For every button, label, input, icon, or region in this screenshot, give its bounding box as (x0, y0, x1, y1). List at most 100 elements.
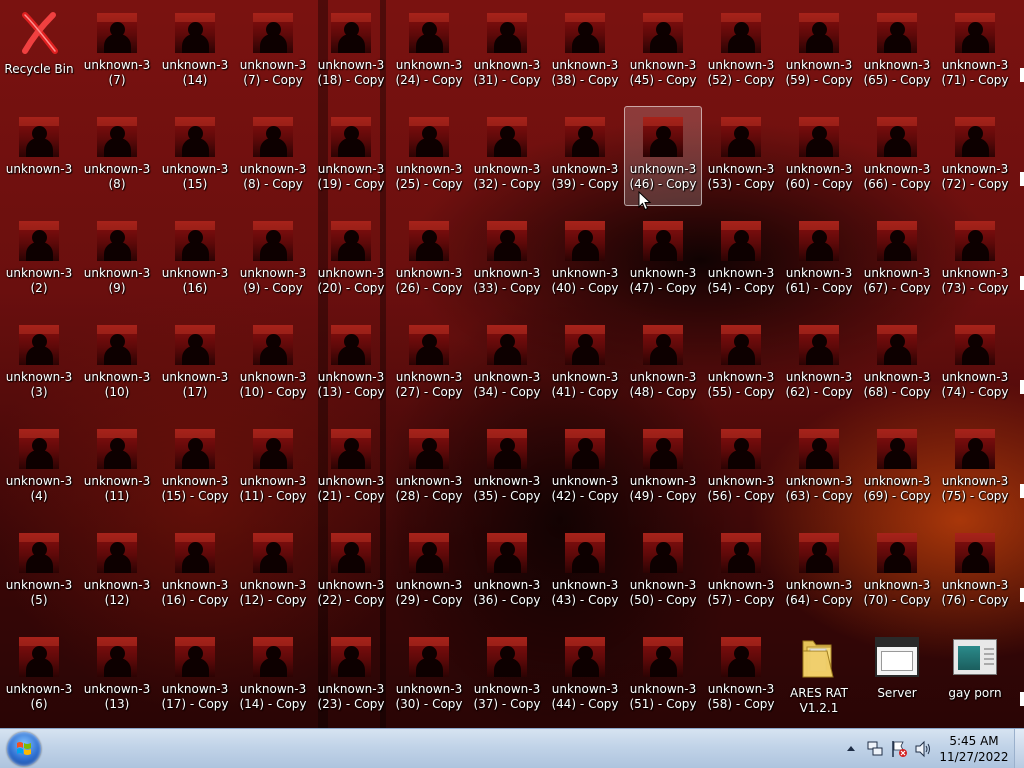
desktop-icon-image[interactable]: unknown-3 (9) - Copy (234, 210, 312, 310)
desktop-icon-image[interactable]: unknown-3 (29) - Copy (390, 522, 468, 622)
desktop-icon-image[interactable]: unknown-3 (9) (78, 210, 156, 310)
desktop-icon-image[interactable]: unknown-3 (11) - Copy (234, 418, 312, 518)
desktop-icon-image[interactable]: unknown-3 (16) (156, 210, 234, 310)
desktop-icon-image[interactable]: unknown-3 (30) - Copy (390, 626, 468, 726)
desktop-icon-image[interactable]: unknown-3 (2) (0, 210, 78, 310)
desktop-icon-image[interactable]: unknown-3 (8) - Copy (234, 106, 312, 206)
desktop-icon-image[interactable]: unknown-3 (54) - Copy (702, 210, 780, 310)
desktop-icon-image[interactable]: unknown-3 (4) (0, 418, 78, 518)
desktop-icon-image[interactable]: unknown-3 (22) - Copy (312, 522, 390, 622)
desktop-icon-image[interactable]: unknown-3 (70) - Copy (858, 522, 936, 622)
desktop-icon-image[interactable]: unknown-3 (10) (78, 314, 156, 414)
desktop-icon-image[interactable]: unknown-3 (34) - Copy (468, 314, 546, 414)
desktop[interactable]: Recycle Bin unknown-3 unknown-3 (2) unknow… (0, 0, 1024, 728)
action-center-flag-icon[interactable] (890, 739, 908, 759)
desktop-icon-image[interactable]: unknown-3 (40) - Copy (546, 210, 624, 310)
desktop-icon-image[interactable]: unknown-3 (13) - Copy (312, 314, 390, 414)
desktop-icon-image[interactable]: unknown-3 (45) - Copy (624, 2, 702, 102)
desktop-icon-image[interactable]: unknown-3 (3) (0, 314, 78, 414)
desktop-icon-image[interactable]: unknown-3 (31) - Copy (468, 2, 546, 102)
desktop-icon-image[interactable]: unknown-3 (7) (78, 2, 156, 102)
taskbar-clock[interactable]: 5:45 AM 11/27/2022 (938, 733, 1010, 765)
desktop-icon-image[interactable]: unknown-3 (19) - Copy (312, 106, 390, 206)
desktop-icon-image[interactable]: unknown-3 (61) - Copy (780, 210, 858, 310)
desktop-icon-image[interactable]: unknown-3 (39) - Copy (546, 106, 624, 206)
desktop-icon-image[interactable]: unknown-3 (67) - Copy (858, 210, 936, 310)
desktop-icon-image[interactable]: unknown-3 (42) - Copy (546, 418, 624, 518)
desktop-icon-image[interactable]: unknown-3 (71) - Copy (936, 2, 1014, 102)
desktop-icon-image[interactable]: unknown-3 (52) - Copy (702, 2, 780, 102)
desktop-icon-image[interactable]: unknown-3 (50) - Copy (624, 522, 702, 622)
desktop-icon-image[interactable]: unknown-3 (46) - Copy (624, 106, 702, 206)
desktop-icon-image[interactable]: unknown-3 (24) - Copy (390, 2, 468, 102)
desktop-icon-image[interactable]: unknown-3 (49) - Copy (624, 418, 702, 518)
desktop-icon-image[interactable]: unknown-3 (76) - Copy (936, 522, 1014, 622)
desktop-icon-image[interactable]: unknown-3 (68) - Copy (858, 314, 936, 414)
desktop-icon-folder[interactable]: ARES RAT V1.2.1 (780, 626, 858, 726)
desktop-icon-image[interactable]: unknown-3 (63) - Copy (780, 418, 858, 518)
desktop-icon-image[interactable]: unknown-3 (35) - Copy (468, 418, 546, 518)
desktop-icon-application[interactable]: Server (858, 626, 936, 726)
desktop-icon-image[interactable]: unknown-3 (74) - Copy (936, 314, 1014, 414)
desktop-icon-image[interactable]: unknown-3 (36) - Copy (468, 522, 546, 622)
desktop-icon-image[interactable]: unknown-3 (16) - Copy (156, 522, 234, 622)
desktop-icon-image[interactable]: unknown-3 (43) - Copy (546, 522, 624, 622)
desktop-icon-image[interactable]: unknown-3 (15) - Copy (156, 418, 234, 518)
desktop-icon-image[interactable]: unknown-3 (47) - Copy (624, 210, 702, 310)
desktop-icon-image[interactable]: unknown-3 (7) - Copy (234, 2, 312, 102)
desktop-icon-image[interactable]: unknown-3 (73) - Copy (936, 210, 1014, 310)
desktop-icon-image[interactable]: unknown-3 (23) - Copy (312, 626, 390, 726)
desktop-icon-image[interactable]: unknown-3 (20) - Copy (312, 210, 390, 310)
start-button[interactable] (4, 730, 44, 768)
desktop-icon-image[interactable]: unknown-3 (65) - Copy (858, 2, 936, 102)
desktop-icon-image[interactable]: unknown-3 (51) - Copy (624, 626, 702, 726)
desktop-icon-image[interactable]: unknown-3 (41) - Copy (546, 314, 624, 414)
desktop-icon-image[interactable]: unknown-3 (66) - Copy (858, 106, 936, 206)
desktop-icon-image[interactable]: unknown-3 (12) (78, 522, 156, 622)
desktop-icon-image[interactable]: unknown-3 (56) - Copy (702, 418, 780, 518)
desktop-icon-image[interactable]: unknown-3 (27) - Copy (390, 314, 468, 414)
desktop-icon-image[interactable]: unknown-3 (14) (156, 2, 234, 102)
desktop-icon-image[interactable]: unknown-3 (26) - Copy (390, 210, 468, 310)
desktop-icon-image[interactable]: unknown-3 (37) - Copy (468, 626, 546, 726)
desktop-icon-image[interactable]: unknown-3 (48) - Copy (624, 314, 702, 414)
volume-icon[interactable] (914, 739, 932, 759)
desktop-icon-image[interactable]: unknown-3 (28) - Copy (390, 418, 468, 518)
desktop-icon-image[interactable]: unknown-3 (59) - Copy (780, 2, 858, 102)
desktop-icon-image[interactable]: unknown-3 (11) (78, 418, 156, 518)
desktop-icon-image[interactable]: unknown-3 (17) - Copy (156, 626, 234, 726)
desktop-icon-image[interactable]: unknown-3 (72) - Copy (936, 106, 1014, 206)
desktop-icon-image[interactable]: unknown-3 (6) (0, 626, 78, 726)
desktop-icon-image[interactable]: unknown-3 (18) - Copy (312, 2, 390, 102)
network-icon[interactable] (866, 739, 884, 759)
desktop-icon-image[interactable]: unknown-3 (14) - Copy (234, 626, 312, 726)
desktop-icon-image[interactable]: unknown-3 (25) - Copy (390, 106, 468, 206)
desktop-icon-image[interactable]: unknown-3 (5) (0, 522, 78, 622)
desktop-icon-image[interactable]: unknown-3 (53) - Copy (702, 106, 780, 206)
desktop-icon-image[interactable]: unknown-3 (64) - Copy (780, 522, 858, 622)
desktop-icon-image[interactable]: unknown-3 (15) (156, 106, 234, 206)
desktop-icon-image[interactable]: unknown-3 (21) - Copy (312, 418, 390, 518)
desktop-icon-image[interactable]: unknown-3 (12) - Copy (234, 522, 312, 622)
desktop-icon-recycle-bin[interactable]: Recycle Bin (0, 2, 78, 102)
desktop-icon-image[interactable]: unknown-3 (57) - Copy (702, 522, 780, 622)
desktop-icon-label: unknown-3 (58) - Copy (707, 682, 775, 711)
desktop-icon-image[interactable]: unknown-3 (17) (156, 314, 234, 414)
desktop-icon-image[interactable]: unknown-3 (75) - Copy (936, 418, 1014, 518)
desktop-icon-image[interactable]: unknown-3 (58) - Copy (702, 626, 780, 726)
desktop-icon-image[interactable]: unknown-3 (55) - Copy (702, 314, 780, 414)
desktop-icon-image[interactable]: unknown-3 (32) - Copy (468, 106, 546, 206)
desktop-icon-image[interactable]: unknown-3 (33) - Copy (468, 210, 546, 310)
show-hidden-icons-arrow-icon[interactable] (845, 739, 857, 759)
desktop-icon-image[interactable]: unknown-3 (38) - Copy (546, 2, 624, 102)
desktop-icon-image[interactable]: unknown-3 (62) - Copy (780, 314, 858, 414)
desktop-icon-image[interactable]: unknown-3 (10) - Copy (234, 314, 312, 414)
desktop-icon-image[interactable]: unknown-3 (44) - Copy (546, 626, 624, 726)
desktop-icon-image[interactable]: unknown-3 (69) - Copy (858, 418, 936, 518)
show-desktop-button[interactable] (1014, 729, 1024, 768)
desktop-icon-image-file[interactable]: gay porn (936, 626, 1014, 726)
desktop-icon-image[interactable]: unknown-3 (60) - Copy (780, 106, 858, 206)
desktop-icon-image[interactable]: unknown-3 (13) (78, 626, 156, 726)
desktop-icon-image[interactable]: unknown-3 (8) (78, 106, 156, 206)
desktop-icon-image[interactable]: unknown-3 (0, 106, 78, 206)
